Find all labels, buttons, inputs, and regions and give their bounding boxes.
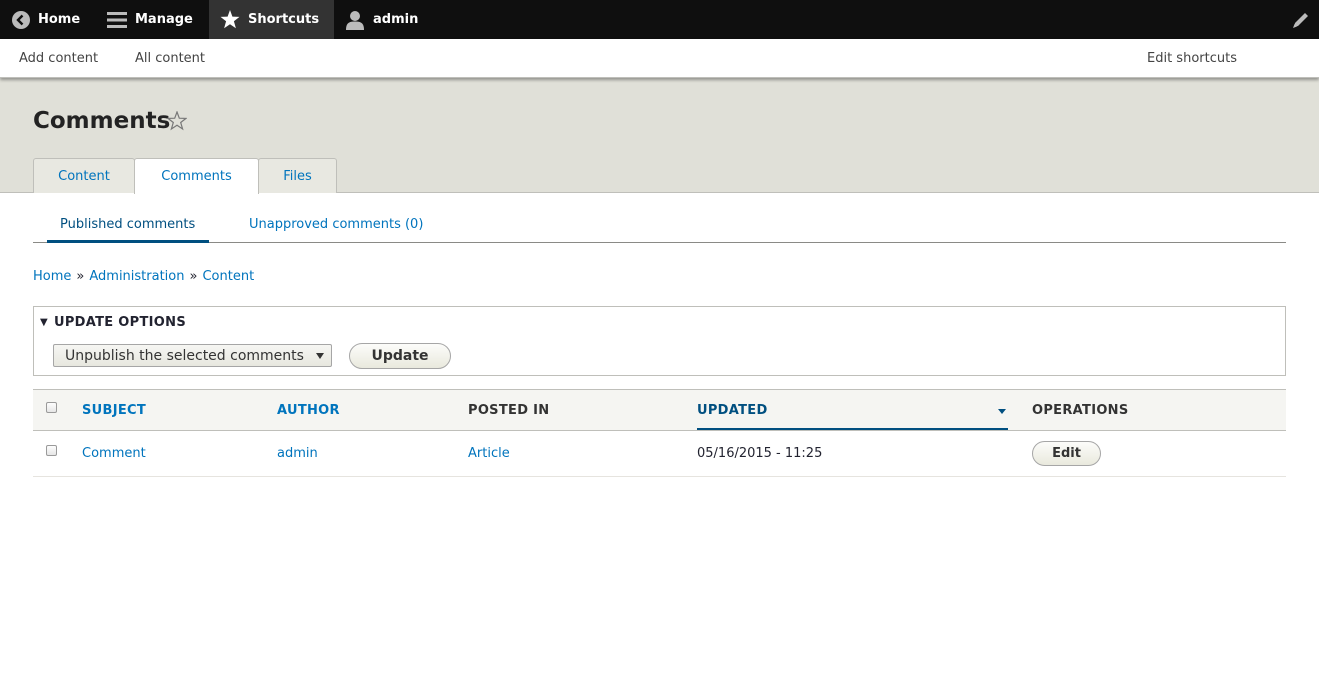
breadcrumb-separator: » [189,269,198,284]
back-arrow-icon [12,10,30,29]
star-icon [220,10,240,29]
comment-posted-in-link[interactable]: Article [468,446,510,461]
update-options-fieldset: ▼ UPDATE OPTIONS Unpublish the selected … [33,306,1286,376]
subtab-published-comments[interactable]: Published comments [60,217,195,232]
toolbar-user-link[interactable]: admin [345,0,418,39]
comment-subject-link[interactable]: Comment [82,446,146,461]
sorted-column-indicator [697,428,1008,430]
user-icon [345,10,365,30]
shortcut-all-content[interactable]: All content [135,51,205,66]
row-checkbox[interactable] [46,445,57,456]
table-row: Comment admin Article 05/16/2015 - 11:25… [33,431,1286,477]
breadcrumb-separator: » [76,269,85,284]
page-title: Comments [33,108,171,134]
edit-button[interactable]: Edit [1032,441,1101,466]
comment-author-link[interactable]: admin [277,446,318,461]
add-shortcut-star-icon[interactable] [166,110,188,131]
breadcrumb: Home » Administration » Content [33,269,254,284]
toolbar-manage-label: Manage [135,12,193,27]
toolbar-home-label: Home [38,12,81,27]
tab-content[interactable]: Content [33,158,135,193]
tab-comments[interactable]: Comments [134,158,259,194]
action-select[interactable]: Unpublish the selected comments [53,344,332,367]
subtab-unapproved-comments[interactable]: Unapproved comments (0) [249,217,423,232]
action-select-value: Unpublish the selected comments [65,347,304,364]
column-header-subject[interactable]: SUBJECT [82,403,146,418]
update-options-legend[interactable]: ▼ UPDATE OPTIONS [40,315,186,330]
update-button[interactable]: Update [349,343,451,369]
active-subtab-indicator [47,240,209,243]
breadcrumb-content[interactable]: Content [202,269,254,284]
sort-descending-icon [998,409,1006,414]
column-header-posted-in: POSTED IN [468,403,550,418]
toolbar-manage-link[interactable]: Manage [107,0,193,39]
secondary-tabs: Published comments Unapproved comments (… [33,208,1286,243]
page-header: Comments Content Comments Files [0,78,1319,194]
toolbar-user-label: admin [373,12,419,27]
shortcuts-tray: Add content All content Edit shortcuts [0,39,1319,78]
collapse-triangle-icon: ▼ [40,317,48,328]
toolbar-home-link[interactable]: Home [12,0,80,39]
shortcut-add-content[interactable]: Add content [19,51,98,66]
update-options-legend-label: UPDATE OPTIONS [54,315,186,330]
hamburger-icon [107,11,127,29]
comment-updated-date: 05/16/2015 - 11:25 [697,446,823,461]
breadcrumb-home[interactable]: Home [33,269,71,284]
toolbar-shortcuts-label: Shortcuts [248,12,320,27]
column-header-author[interactable]: AUTHOR [277,403,340,418]
edit-shortcuts-link[interactable]: Edit shortcuts [1147,51,1237,66]
column-header-updated[interactable]: UPDATED [697,403,768,418]
table-header: SUBJECT AUTHOR POSTED IN UPDATED OPERATI… [33,389,1286,431]
dropdown-caret-icon [316,353,324,359]
pencil-icon[interactable] [1291,10,1311,30]
breadcrumb-administration[interactable]: Administration [89,269,184,284]
admin-toolbar: Home Manage Shortcuts admin [0,0,1319,39]
toolbar-shortcuts-link[interactable]: Shortcuts [209,0,334,39]
column-header-operations: OPERATIONS [1032,403,1129,418]
tab-files[interactable]: Files [258,158,337,193]
select-all-checkbox[interactable] [46,402,57,413]
